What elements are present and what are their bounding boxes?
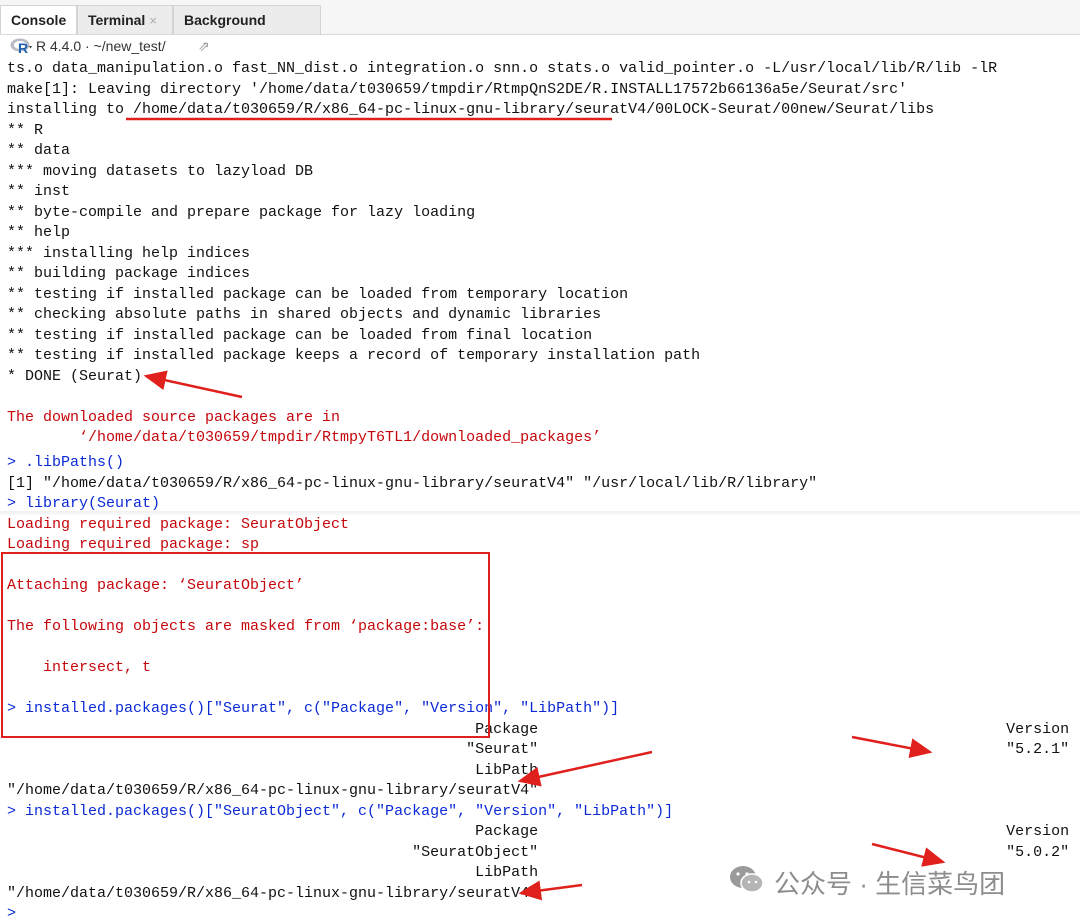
- annotation-layer: [126, 117, 946, 901]
- arrow-annotation: [143, 370, 243, 399]
- arrow-annotation: [851, 735, 933, 759]
- arrow-annotation: [518, 880, 583, 901]
- arrow-annotation: [871, 842, 946, 867]
- watermark-text: 公众号 · 生信菜鸟团: [774, 869, 1006, 899]
- wechat-icon: [730, 866, 764, 893]
- arrow-annotation: [517, 750, 653, 787]
